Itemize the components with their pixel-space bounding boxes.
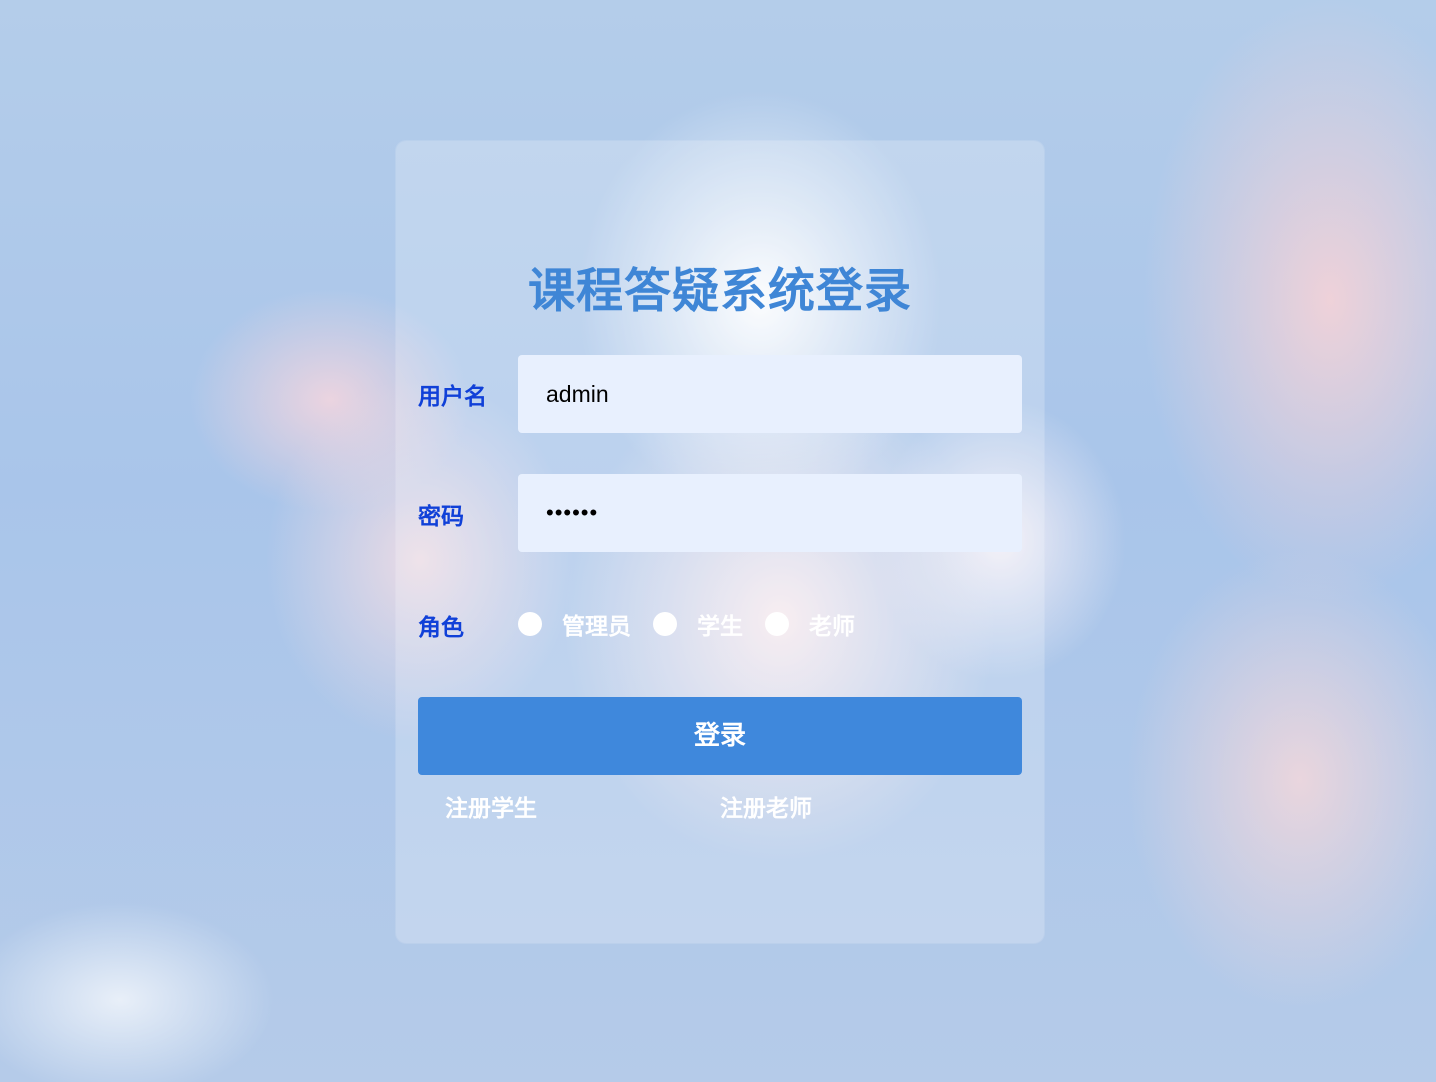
password-input[interactable]: ••••••	[518, 474, 1022, 552]
page-title: 课程答疑系统登录	[528, 264, 912, 319]
username-input[interactable]: admin	[518, 355, 1022, 433]
role-label-student[interactable]: 学生	[697, 607, 743, 641]
role-label: 角色	[418, 615, 464, 641]
register-student-link[interactable]: 注册学生	[445, 789, 537, 823]
login-button[interactable]: 登录	[418, 697, 1022, 775]
role-label-admin[interactable]: 管理员	[562, 607, 631, 641]
role-radio-admin[interactable]	[518, 612, 542, 636]
username-label: 用户名	[418, 384, 487, 410]
role-radio-teacher[interactable]	[765, 612, 789, 636]
role-label-teacher[interactable]: 老师	[809, 607, 855, 641]
role-radio-group: 管理员 学生 老师	[518, 606, 877, 642]
password-label: 密码	[418, 504, 464, 530]
register-teacher-link[interactable]: 注册老师	[720, 789, 812, 823]
role-radio-student[interactable]	[653, 612, 677, 636]
